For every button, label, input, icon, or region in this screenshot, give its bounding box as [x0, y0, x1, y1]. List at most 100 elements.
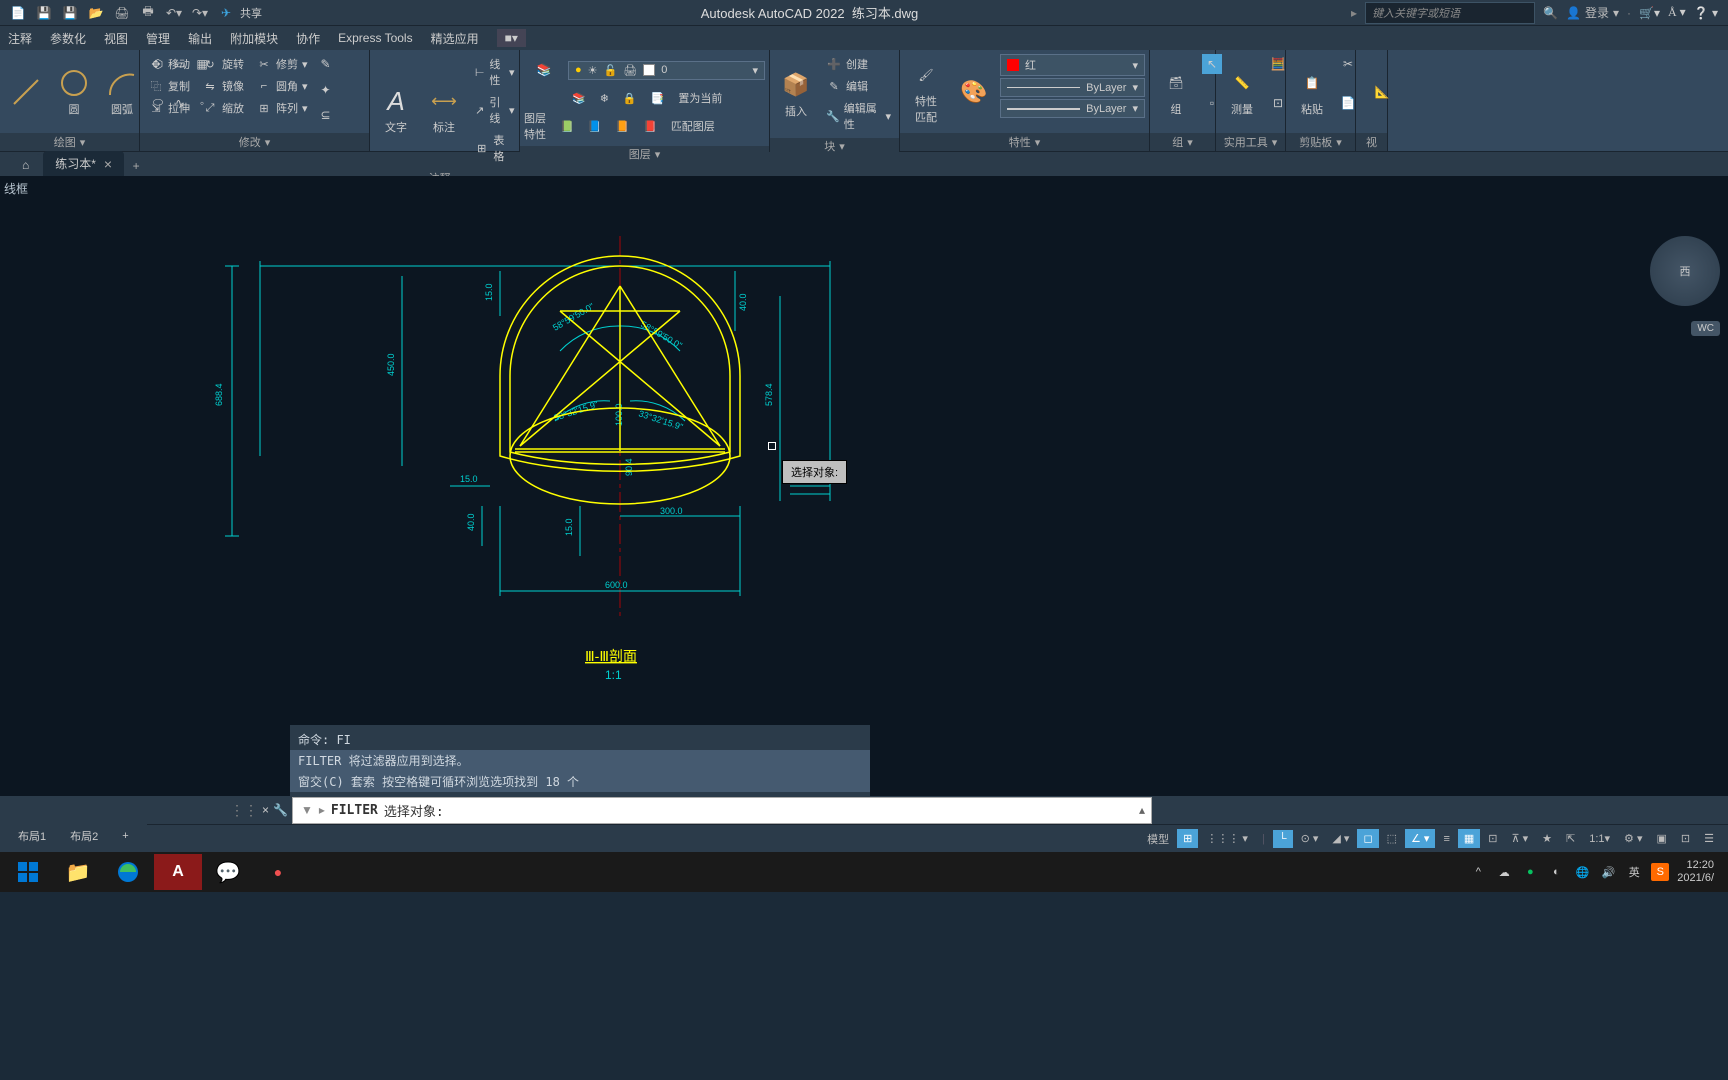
edit-block-button[interactable]: ✎编辑	[822, 76, 895, 96]
insert-button[interactable]: 📦 插入	[774, 54, 818, 134]
cart-icon[interactable]: 🛒▾	[1639, 6, 1660, 20]
wrench-icon[interactable]: 🔧	[273, 803, 288, 817]
color-wheel-icon[interactable]: 🎨	[952, 54, 996, 129]
drag-handle-icon[interactable]: ⋮⋮	[230, 802, 258, 819]
tab-featured[interactable]: 精选应用	[431, 30, 479, 47]
paste-button[interactable]: 📋粘贴	[1290, 54, 1334, 129]
explode-icon[interactable]: ✦	[316, 80, 336, 100]
text-button[interactable]: A 文字	[374, 54, 418, 166]
match-props-button[interactable]: 🖌 特性 匹配	[904, 54, 948, 129]
add-layout-button[interactable]: +	[112, 827, 138, 845]
layer-freeze-icon[interactable]: 🔒	[619, 90, 641, 107]
grid-icon[interactable]: ⊞	[1177, 829, 1198, 848]
anno2-icon[interactable]: ★	[1536, 829, 1558, 848]
tab-annotate[interactable]: 注释	[8, 30, 32, 47]
create-block-button[interactable]: ➕创建	[822, 54, 895, 74]
lineweight-dropdown[interactable]: ByLayer▾	[1000, 78, 1145, 97]
stretch-button[interactable]: ⇲拉伸	[144, 98, 194, 118]
calc-icon[interactable]: 🧮	[1268, 54, 1288, 74]
scale-display[interactable]: 1:1 ▾	[1583, 829, 1616, 848]
panel-props-title[interactable]: 特性 ▾	[900, 133, 1149, 151]
anno-icon[interactable]: ⊼ ▾	[1505, 829, 1534, 848]
undo-icon[interactable]: ↶▾	[162, 1, 186, 25]
share-label[interactable]: 共享	[240, 5, 262, 21]
tray-up-icon[interactable]: ^	[1469, 863, 1487, 881]
edit-attr-button[interactable]: 🔧编辑属性 ▾	[822, 98, 895, 134]
tab-drawing[interactable]: 练习本* ×	[43, 151, 124, 176]
panel-groups-title[interactable]: 组 ▾	[1150, 133, 1215, 151]
table-button[interactable]: ⊞表格	[470, 130, 519, 166]
autocad-icon[interactable]: A	[154, 854, 202, 890]
chevron-up-icon[interactable]: ▴	[1139, 803, 1145, 817]
layer-dropdown[interactable]: ●☀🔓🖨 0 ▾	[568, 61, 765, 80]
plot-icon[interactable]: 🖨	[110, 1, 134, 25]
panel-clip-title[interactable]: 剪贴板 ▾	[1286, 133, 1355, 151]
rotate-button[interactable]: ↻旋转	[198, 54, 248, 74]
saveall-icon[interactable]: 💾	[58, 1, 82, 25]
clock-time[interactable]: 12:20	[1677, 859, 1714, 872]
explorer-icon[interactable]: 📁	[54, 854, 102, 890]
help-icon[interactable]: ❔ ▾	[1694, 6, 1718, 20]
panel-util-title[interactable]: 实用工具 ▾	[1216, 133, 1285, 151]
copy-clip-icon[interactable]: 📄	[1338, 93, 1358, 113]
layer-d-icon[interactable]: 📕	[639, 118, 661, 135]
select-all-icon[interactable]: ⊡	[1268, 93, 1288, 113]
drawing-canvas[interactable]: 线框 .dim{stroke:#00d0d0;stroke-width:1;fi…	[0, 176, 1728, 796]
mirror-button[interactable]: ⇋镜像	[198, 76, 248, 96]
app-icon[interactable]: Å ▾	[1668, 5, 1686, 20]
edge-icon[interactable]	[104, 854, 152, 890]
array-button[interactable]: ⊞阵列 ▾	[252, 98, 312, 118]
tab-overflow[interactable]: ■▾	[497, 29, 526, 47]
arc-button[interactable]: 圆弧	[100, 54, 144, 129]
model-button[interactable]: 模型	[1141, 828, 1175, 850]
iso-icon[interactable]: ◢ ▾	[1326, 829, 1355, 848]
move-button[interactable]: ✥移动	[144, 54, 194, 74]
volume-icon[interactable]: 🔊	[1599, 863, 1617, 881]
osnap-icon[interactable]: ◻	[1357, 829, 1378, 848]
search-icon[interactable]: 🔍	[1543, 6, 1558, 20]
fillet-button[interactable]: ⌐圆角 ▾	[252, 76, 312, 96]
group-button[interactable]: 🗃组	[1154, 54, 1198, 129]
onedrive-icon[interactable]: ☁	[1495, 863, 1513, 881]
tab-parametric[interactable]: 参数化	[50, 30, 86, 47]
tab-addins[interactable]: 附加模块	[230, 30, 278, 47]
start-button[interactable]	[4, 854, 52, 890]
otrack-icon[interactable]: ∠ ▾	[1405, 829, 1435, 848]
wcs-badge[interactable]: WC	[1691, 321, 1720, 336]
tab-start[interactable]: ⌂	[10, 154, 41, 176]
tab-manage[interactable]: 管理	[146, 30, 170, 47]
set-current-button[interactable]: 置为当前	[674, 88, 726, 108]
polar-icon[interactable]: ⊙ ▾	[1295, 829, 1325, 848]
close-icon[interactable]: ×	[104, 156, 112, 172]
custom-icon[interactable]: ☰	[1698, 829, 1720, 848]
new-icon[interactable]: 📄	[6, 1, 30, 25]
sogou-icon[interactable]: S	[1651, 863, 1669, 881]
panel-block-title[interactable]: 块 ▾	[770, 138, 899, 154]
search-input[interactable]: 键入关键字或短语	[1365, 2, 1535, 24]
share-icon[interactable]: ✈	[214, 1, 238, 25]
cycle-icon[interactable]: ⊡	[1482, 829, 1503, 848]
panel-layers-title[interactable]: 图层 ▾	[520, 146, 769, 162]
tab-output[interactable]: 输出	[188, 30, 212, 47]
save-icon[interactable]: 💾	[32, 1, 56, 25]
clock-date[interactable]: 2021/6/	[1677, 872, 1714, 885]
layer-lock-icon[interactable]: 📑	[647, 90, 669, 107]
record-icon[interactable]: ●	[254, 854, 302, 890]
max-icon[interactable]: ⊡	[1675, 829, 1696, 848]
network-icon[interactable]: 🌐	[1573, 863, 1591, 881]
color-dropdown[interactable]: 红▾	[1000, 54, 1145, 76]
layout-l1[interactable]: 布局1	[8, 825, 56, 847]
match-layer-button[interactable]: 匹配图层	[667, 116, 719, 136]
redo-icon[interactable]: ↷▾	[188, 1, 212, 25]
close-icon[interactable]: ×	[262, 803, 269, 817]
viewcube[interactable]: 西	[1650, 236, 1720, 306]
ime-label[interactable]: 英	[1625, 863, 1643, 881]
layer-a-icon[interactable]: 📗	[556, 118, 578, 135]
line-button[interactable]	[4, 54, 48, 129]
ortho-icon[interactable]: └	[1273, 830, 1293, 848]
linetype-dropdown[interactable]: ByLayer▾	[1000, 99, 1145, 118]
offset-icon[interactable]: ⊆	[316, 105, 336, 125]
layer-c-icon[interactable]: 📙	[611, 118, 633, 135]
panel-draw-title[interactable]: 绘图 ▾	[0, 133, 139, 151]
cut-icon[interactable]: ✂	[1338, 54, 1358, 74]
